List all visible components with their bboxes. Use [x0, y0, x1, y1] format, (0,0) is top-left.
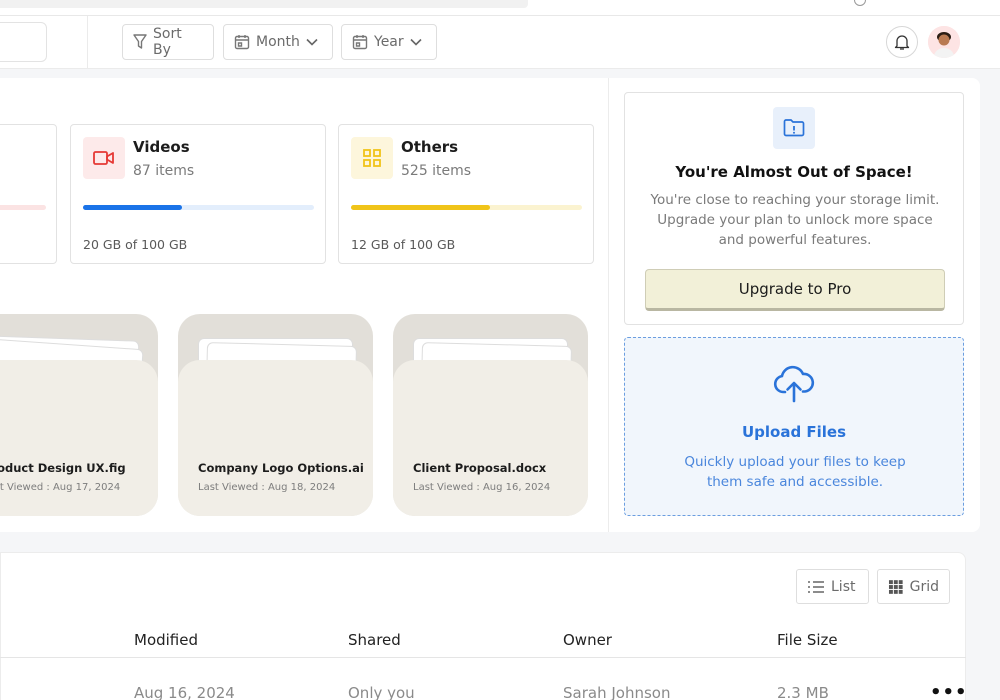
storage-warning-card: You're Almost Out of Space! You're close… — [624, 92, 964, 325]
category-card-others[interactable]: Others 525 items 12 GB of 100 GB — [338, 124, 594, 264]
cell-owner: Sarah Johnson — [563, 684, 671, 700]
video-camera-icon — [83, 137, 125, 179]
cell-file-size: 2.3 MB — [777, 684, 829, 700]
grid-view-label: Grid — [909, 578, 939, 595]
usage-track — [0, 205, 46, 210]
folder-alert-icon — [773, 107, 815, 149]
list-view-button[interactable]: List — [796, 569, 869, 604]
month-dropdown[interactable]: Month — [223, 24, 333, 60]
recent-file-card[interactable]: Client Proposal.docx Last Viewed : Aug 1… — [393, 314, 588, 516]
cloud-upload-icon — [773, 365, 815, 403]
upload-body: Quickly upload your files to keep them s… — [684, 454, 906, 490]
avatar[interactable] — [928, 26, 960, 58]
column-header-owner[interactable]: Owner — [563, 631, 612, 649]
file-name: Product Design UX.fig — [0, 461, 126, 475]
column-header-file-size[interactable]: File Size — [777, 631, 838, 649]
column-header-modified[interactable]: Modified — [134, 631, 198, 649]
list-icon — [808, 580, 824, 593]
storage-warning-body: You're close to reaching your storage li… — [650, 192, 940, 248]
file-name: Client Proposal.docx — [413, 461, 547, 475]
cell-modified: Aug 16, 2024 — [134, 684, 235, 700]
category-card-videos[interactable]: Videos 87 items 20 GB of 100 GB — [70, 124, 326, 264]
file-name: Company Logo Options.ai — [198, 461, 364, 475]
usage-fill — [351, 205, 490, 210]
category-title: Others — [401, 138, 459, 156]
calendar-icon — [234, 35, 250, 50]
upload-dropzone[interactable]: Upload Files Quickly upload your files t… — [624, 337, 964, 516]
year-label: Year — [374, 34, 404, 50]
category-count: 525 items — [401, 163, 472, 179]
category-usage: 20 GB of 100 GB — [83, 237, 188, 252]
storage-warning-title: You're Almost Out of Space! — [675, 163, 913, 181]
table-header-divider — [0, 657, 966, 658]
file-last-viewed: Last Viewed : Aug 17, 2024 — [0, 482, 121, 493]
category-usage: 12 GB of 100 GB — [351, 237, 456, 252]
top-strip — [0, 0, 1000, 16]
header-toolbar: Sort By Month Year — [0, 16, 1000, 69]
help-icon[interactable] — [854, 0, 866, 6]
chevron-down-icon — [306, 38, 318, 46]
file-last-viewed: Last Viewed : Aug 18, 2024 — [198, 482, 336, 493]
cell-shared: Only you — [348, 684, 415, 700]
grid-icon — [888, 579, 903, 594]
header-divider — [87, 16, 88, 69]
grid-view-button[interactable]: Grid — [877, 569, 950, 604]
bell-icon — [894, 35, 910, 50]
recent-file-card[interactable]: Product Design UX.fig Last Viewed : Aug … — [0, 314, 158, 516]
usage-fill — [83, 205, 183, 210]
upgrade-to-pro-button[interactable]: Upgrade to Pro — [645, 269, 945, 311]
calendar-icon — [352, 35, 368, 50]
top-search-bar[interactable] — [0, 0, 528, 8]
category-title: Videos — [133, 138, 190, 156]
user-avatar-icon — [928, 26, 960, 58]
search-input[interactable] — [0, 22, 47, 62]
grid-icon — [351, 137, 393, 179]
category-count: 87 items — [133, 163, 195, 179]
upload-title: Upload Files — [741, 423, 847, 441]
row-more-options-button[interactable]: ••• — [930, 682, 968, 700]
usage-track — [351, 205, 582, 210]
chevron-down-icon — [410, 38, 422, 46]
category-card-partial[interactable] — [0, 124, 57, 264]
year-dropdown[interactable]: Year — [341, 24, 437, 60]
recent-file-card[interactable]: Company Logo Options.ai Last Viewed : Au… — [178, 314, 373, 516]
sort-by-label: Sort By — [153, 26, 182, 58]
sort-by-button[interactable]: Sort By — [122, 24, 214, 60]
month-label: Month — [256, 34, 300, 50]
file-last-viewed: Last Viewed : Aug 16, 2024 — [413, 482, 551, 493]
usage-track — [83, 205, 314, 210]
column-header-shared[interactable]: Shared — [348, 631, 401, 649]
notifications-button[interactable] — [886, 26, 918, 58]
filter-icon — [133, 34, 147, 49]
list-view-label: List — [831, 578, 856, 595]
